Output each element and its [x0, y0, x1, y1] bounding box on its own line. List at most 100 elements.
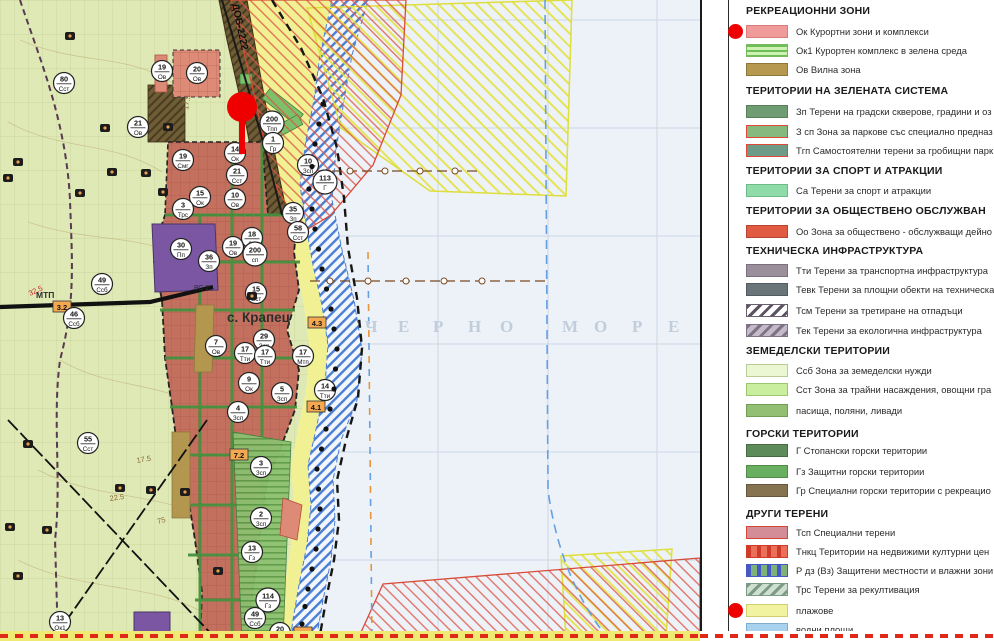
svg-text:Тти: Тти: [320, 393, 331, 400]
svg-text:10: 10: [304, 156, 312, 165]
legend-section-title: ЗЕМЕДЕЛСКИ ТЕРИТОРИИ: [746, 345, 890, 357]
svg-text:80: 80: [60, 74, 68, 83]
zone-id-circle: 13Гз: [242, 542, 263, 563]
svg-text:М: М: [562, 317, 578, 336]
village-label: с. Крапец: [227, 310, 291, 325]
zone-id-circle: 19Смг: [173, 150, 194, 171]
svg-text:55: 55: [84, 434, 92, 443]
legend-item-label: Трс Терени за рекултивация: [796, 584, 920, 595]
svg-text:36: 36: [205, 252, 213, 261]
legend-panel: РЕКРЕАЦИОННИ ЗОНИОк Курортни зони и комп…: [700, 0, 994, 641]
svg-text:49: 49: [98, 275, 106, 284]
svg-text:21: 21: [134, 118, 142, 127]
zone-id-circle: 4Зсп: [228, 402, 249, 423]
svg-text:Гз: Гз: [265, 603, 271, 610]
mtp-label: МТП: [36, 290, 54, 300]
svg-text:Р: Р: [433, 317, 443, 336]
zone-id-circle: 17Мтп: [293, 346, 314, 367]
svg-text:Е: Е: [398, 317, 409, 336]
svg-text:Сст: Сст: [59, 86, 70, 93]
legend-section-title: ТЕРИТОРИИ ЗА ОБЩЕСТВЕНО ОБСЛУЖВАН: [746, 205, 986, 217]
zone-id-circle: 19Ов: [152, 61, 173, 82]
svg-text:7.2: 7.2: [234, 451, 244, 460]
zone-id-circle: 7Ов: [206, 336, 227, 357]
red-dot-marker-icon: [728, 603, 743, 618]
zone-id-circle: 3 Зсп: [251, 457, 272, 478]
legend-swatch: [746, 465, 788, 478]
svg-text:Е: Е: [668, 317, 679, 336]
zone-id-circle: 200Тпп: [260, 111, 284, 135]
zone-id-circle: 49Ссб: [245, 608, 266, 629]
legend-item: Са Терени за спорт и атракции: [746, 183, 931, 198]
zoning-map[interactable]: ЧЕРНОМОРЕ17.517.522.57532.5с. КрапецМТПВ…: [0, 0, 700, 641]
legend-item: Тти Терени за транспортна инфраструктура: [746, 263, 988, 278]
svg-text:35: 35: [289, 204, 297, 213]
svg-text:114: 114: [262, 591, 275, 600]
svg-text:4.3: 4.3: [312, 319, 322, 328]
svg-text:Зсп: Зсп: [256, 470, 266, 477]
zone-id-circle: 46Ссб: [64, 308, 85, 329]
vs2-label: ВС 2: [194, 285, 209, 292]
zone-id-circle: 10 Ов: [225, 189, 246, 210]
route-badge: 7.2: [230, 449, 248, 460]
svg-text:13: 13: [56, 613, 64, 622]
legend-swatch: [746, 184, 788, 197]
svg-text:Ов: Ов: [231, 202, 240, 209]
svg-text:17: 17: [241, 344, 249, 353]
svg-text:3: 3: [259, 458, 263, 467]
svg-text:19: 19: [158, 62, 166, 71]
svg-text:15: 15: [196, 188, 204, 197]
legend-item-label: Тнкц Територии на недвижими културни цен: [796, 546, 989, 557]
legend-item-label: Ов Вилна зона: [796, 64, 861, 75]
municipal-boundary-band: [0, 631, 700, 641]
svg-text:Ов: Ов: [134, 130, 143, 137]
zone-id-circle: 1Гр: [263, 133, 284, 154]
legend-swatch: [746, 364, 788, 377]
zone-id-circle: 9Ок: [239, 373, 260, 394]
legend-swatch: [746, 526, 788, 539]
legend-swatch: [746, 545, 788, 558]
svg-text:2: 2: [259, 509, 263, 518]
zone-id-circle: 2Зсп: [251, 508, 272, 529]
zone-id-circle: 30Пп: [171, 239, 192, 260]
legend-item: Ок1 Курортен комплекс в зелена среда: [746, 43, 967, 58]
svg-text:Ов: Ов: [229, 250, 238, 257]
legend-section-title: ТЕРИТОРИИ ЗА СПОРТ И АТРАКЦИИ: [746, 165, 942, 177]
legend-item: Г Стопански горски територии: [746, 443, 927, 458]
svg-text:Зсп: Зсп: [233, 415, 243, 422]
legend-item-label: Г Стопански горски територии: [796, 445, 927, 456]
legend-swatch: [746, 144, 788, 157]
legend-item-label: Ок Курортни зони и комплекси: [796, 26, 929, 37]
zone-id-circle: 19Ов: [223, 237, 244, 258]
planning-map-screen: ЧЕРНОМОРЕ17.517.522.57532.5с. КрапецМТПВ…: [0, 0, 994, 641]
legend-section-title: ДРУГИ ТЕРЕНИ: [746, 508, 828, 520]
legend-item: Тевк Терени за площни обекти на техничес…: [746, 282, 994, 297]
legend-item-label: пасища, поляни, ливади: [796, 405, 902, 416]
zone-id-circle: 80 Сст: [54, 73, 75, 94]
legend-item: Ссб Зона за земеделски нужди: [746, 363, 932, 378]
legend-item-label: Тек Терени за екологична инфраструктура: [796, 325, 982, 336]
svg-text:Ов: Ов: [193, 76, 202, 83]
svg-text:58: 58: [294, 223, 302, 232]
legend-swatch: [746, 484, 788, 497]
legend-item-label: Тгп Самостоятелни терени за гробищни пар…: [796, 145, 993, 156]
legend-item-label: Зп Терени на градски скверове, градини и…: [796, 106, 992, 117]
svg-text:113: 113: [319, 173, 331, 182]
legend-item-label: Тсм Терени за третиране на отпадъци: [796, 305, 963, 316]
svg-text:Зсп: Зсп: [277, 396, 287, 403]
legend-item: Оо Зона за обществено - обслужващи дейно: [746, 224, 992, 239]
legend-item-label: Сст Зона за трайни насаждения, овощни гр…: [796, 384, 991, 395]
legend-item-label: плажове: [796, 605, 833, 616]
svg-text:Сст: Сст: [293, 235, 304, 242]
svg-text:10: 10: [231, 190, 239, 199]
svg-text:Н: Н: [468, 317, 481, 336]
legend-item-label: Тти Терени за транспортна инфраструктура: [796, 265, 988, 276]
svg-text:200: 200: [249, 245, 261, 254]
legend-swatch: [746, 604, 788, 617]
legend-item-label: Р дз (Вз) Защитени местности и влажни зо…: [796, 565, 993, 576]
zone-id-circle: 3Трс: [173, 199, 194, 220]
legend-section-title: ТЕРИТОРИИ НА ЗЕЛЕНАТА СИСТЕМА: [746, 85, 948, 97]
legend-item: Гз Защитни горски територии: [746, 464, 924, 479]
svg-text:3: 3: [181, 200, 185, 209]
legend-item-label: Гз Защитни горски територии: [796, 466, 924, 477]
